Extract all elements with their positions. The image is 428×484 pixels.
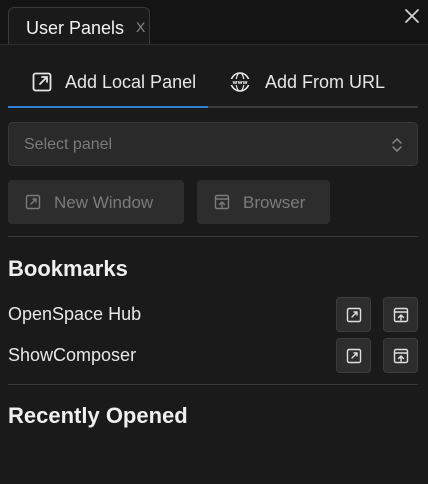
bookmark-name: OpenSpace Hub xyxy=(8,304,142,324)
browser-button[interactable]: Browser xyxy=(197,180,330,224)
add-panel-tabs: Add Local Panel www Add From URL xyxy=(8,60,418,108)
tab-add-local-panel-label: Add Local Panel xyxy=(65,72,197,92)
browser-tab-icon xyxy=(393,307,409,323)
browser-label: Browser xyxy=(243,193,306,212)
open-in-browser-button[interactable] xyxy=(383,297,418,332)
open-in-browser-button[interactable] xyxy=(383,338,418,373)
panel-select-placeholder: Select panel xyxy=(24,136,113,153)
chevron-up-down-icon xyxy=(392,138,402,152)
tab-add-local-panel[interactable]: Add Local Panel xyxy=(8,60,208,106)
panel-tab-bar: User Panels X xyxy=(0,0,428,45)
bookmark-row: ShowComposer xyxy=(8,338,418,374)
close-icon[interactable] xyxy=(400,4,424,28)
browser-tab-icon xyxy=(393,348,409,364)
external-window-icon xyxy=(346,307,362,323)
tab-add-from-url[interactable]: www Add From URL xyxy=(218,60,418,106)
bookmark-row: OpenSpace Hub xyxy=(8,297,418,333)
bookmarks-heading: Bookmarks xyxy=(8,256,128,281)
external-window-icon xyxy=(346,348,362,364)
www-globe-icon: www xyxy=(229,72,251,92)
external-window-icon xyxy=(32,72,52,92)
bookmark-name: ShowComposer xyxy=(8,345,137,365)
open-in-window-button[interactable] xyxy=(336,297,371,332)
divider xyxy=(8,384,418,385)
active-tab-indicator xyxy=(8,106,208,108)
new-window-label: New Window xyxy=(54,193,154,212)
svg-text:www: www xyxy=(232,80,247,86)
tab-add-from-url-label: Add From URL xyxy=(265,72,386,92)
divider xyxy=(8,236,418,237)
recently-opened-heading: Recently Opened xyxy=(8,403,188,428)
browser-tab-icon xyxy=(214,194,230,210)
open-in-window-button[interactable] xyxy=(336,338,371,373)
new-window-button[interactable]: New Window xyxy=(8,180,184,224)
tab-close-icon[interactable]: X xyxy=(136,19,145,35)
tab-user-panels[interactable]: User Panels X xyxy=(8,7,150,44)
panel-select[interactable]: Select panel xyxy=(8,122,418,166)
tab-title: User Panels xyxy=(26,18,125,38)
external-window-icon xyxy=(25,194,41,210)
